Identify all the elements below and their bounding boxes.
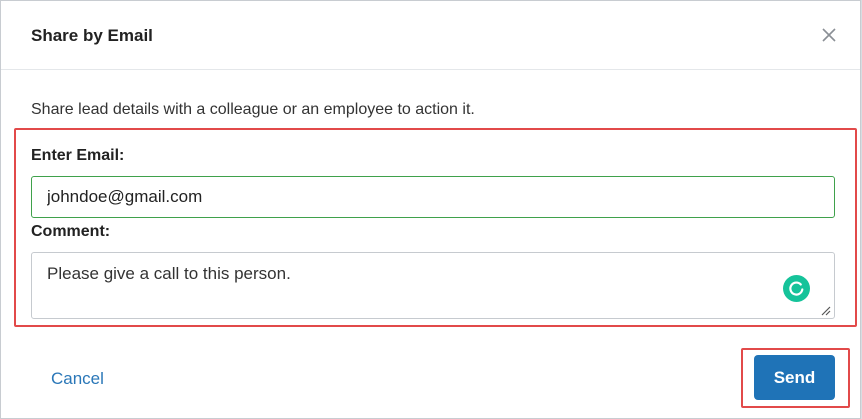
comment-textarea[interactable]: Please give a call to this person.	[31, 252, 835, 319]
share-by-email-dialog: Share by Email Share lead details with a…	[0, 0, 861, 419]
resize-grip-icon[interactable]	[819, 304, 831, 316]
send-button[interactable]: Send	[754, 355, 835, 400]
close-icon[interactable]	[818, 24, 840, 46]
cancel-button[interactable]: Cancel	[51, 369, 104, 389]
grammarly-icon[interactable]	[783, 275, 810, 302]
dialog-header: Share by Email	[1, 1, 860, 70]
email-label: Enter Email:	[31, 147, 125, 164]
dialog-title: Share by Email	[31, 26, 153, 45]
dialog-description: Share lead details with a colleague or a…	[31, 101, 475, 118]
email-field[interactable]	[31, 176, 835, 218]
comment-label: Comment:	[31, 223, 111, 240]
